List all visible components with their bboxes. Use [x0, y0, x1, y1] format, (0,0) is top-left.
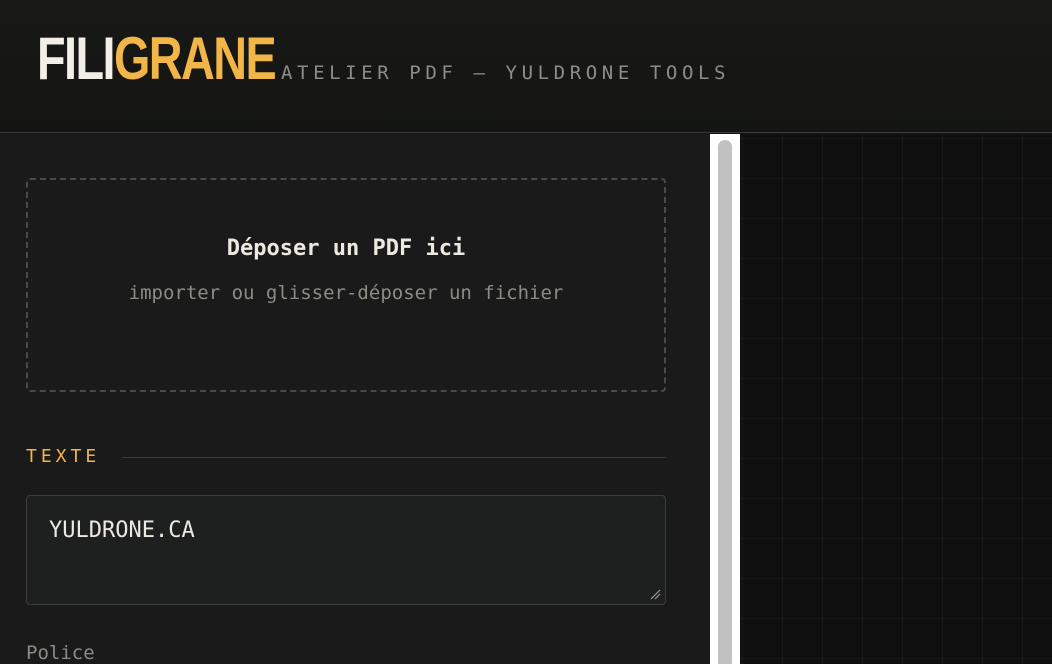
logo-part-grane: GRANE: [113, 25, 277, 92]
text-section-label: TEXTE: [26, 446, 101, 467]
resize-handle-icon[interactable]: [649, 588, 661, 600]
app-header: FILIGRANE ATELIER PDF — YULDRONE TOOLS: [0, 0, 1052, 133]
logo-part-fili: FILI: [37, 25, 115, 92]
app-root: FILIGRANE ATELIER PDF — YULDRONE TOOLS D…: [0, 0, 1052, 664]
panel-scrollbar[interactable]: [710, 134, 740, 664]
pdf-preview-area: [740, 134, 1052, 664]
settings-panel: Déposer un PDF ici importer ou glisser-d…: [0, 134, 710, 664]
dropzone-subtitle: importer ou glisser-déposer un fichier: [128, 282, 564, 304]
pdf-dropzone[interactable]: Déposer un PDF ici importer ou glisser-d…: [26, 178, 666, 392]
watermark-text-input[interactable]: YULDRONE.CA: [26, 495, 666, 605]
watermark-text-value: YULDRONE.CA: [49, 518, 195, 543]
scrollbar-thumb[interactable]: [718, 140, 732, 664]
dropzone-title: Déposer un PDF ici: [226, 236, 466, 261]
app-logo: FILIGRANE: [37, 24, 277, 94]
app-subtitle: ATELIER PDF — YULDRONE TOOLS: [281, 62, 731, 84]
font-section-label: Police: [26, 642, 95, 664]
section-divider: [122, 457, 666, 458]
